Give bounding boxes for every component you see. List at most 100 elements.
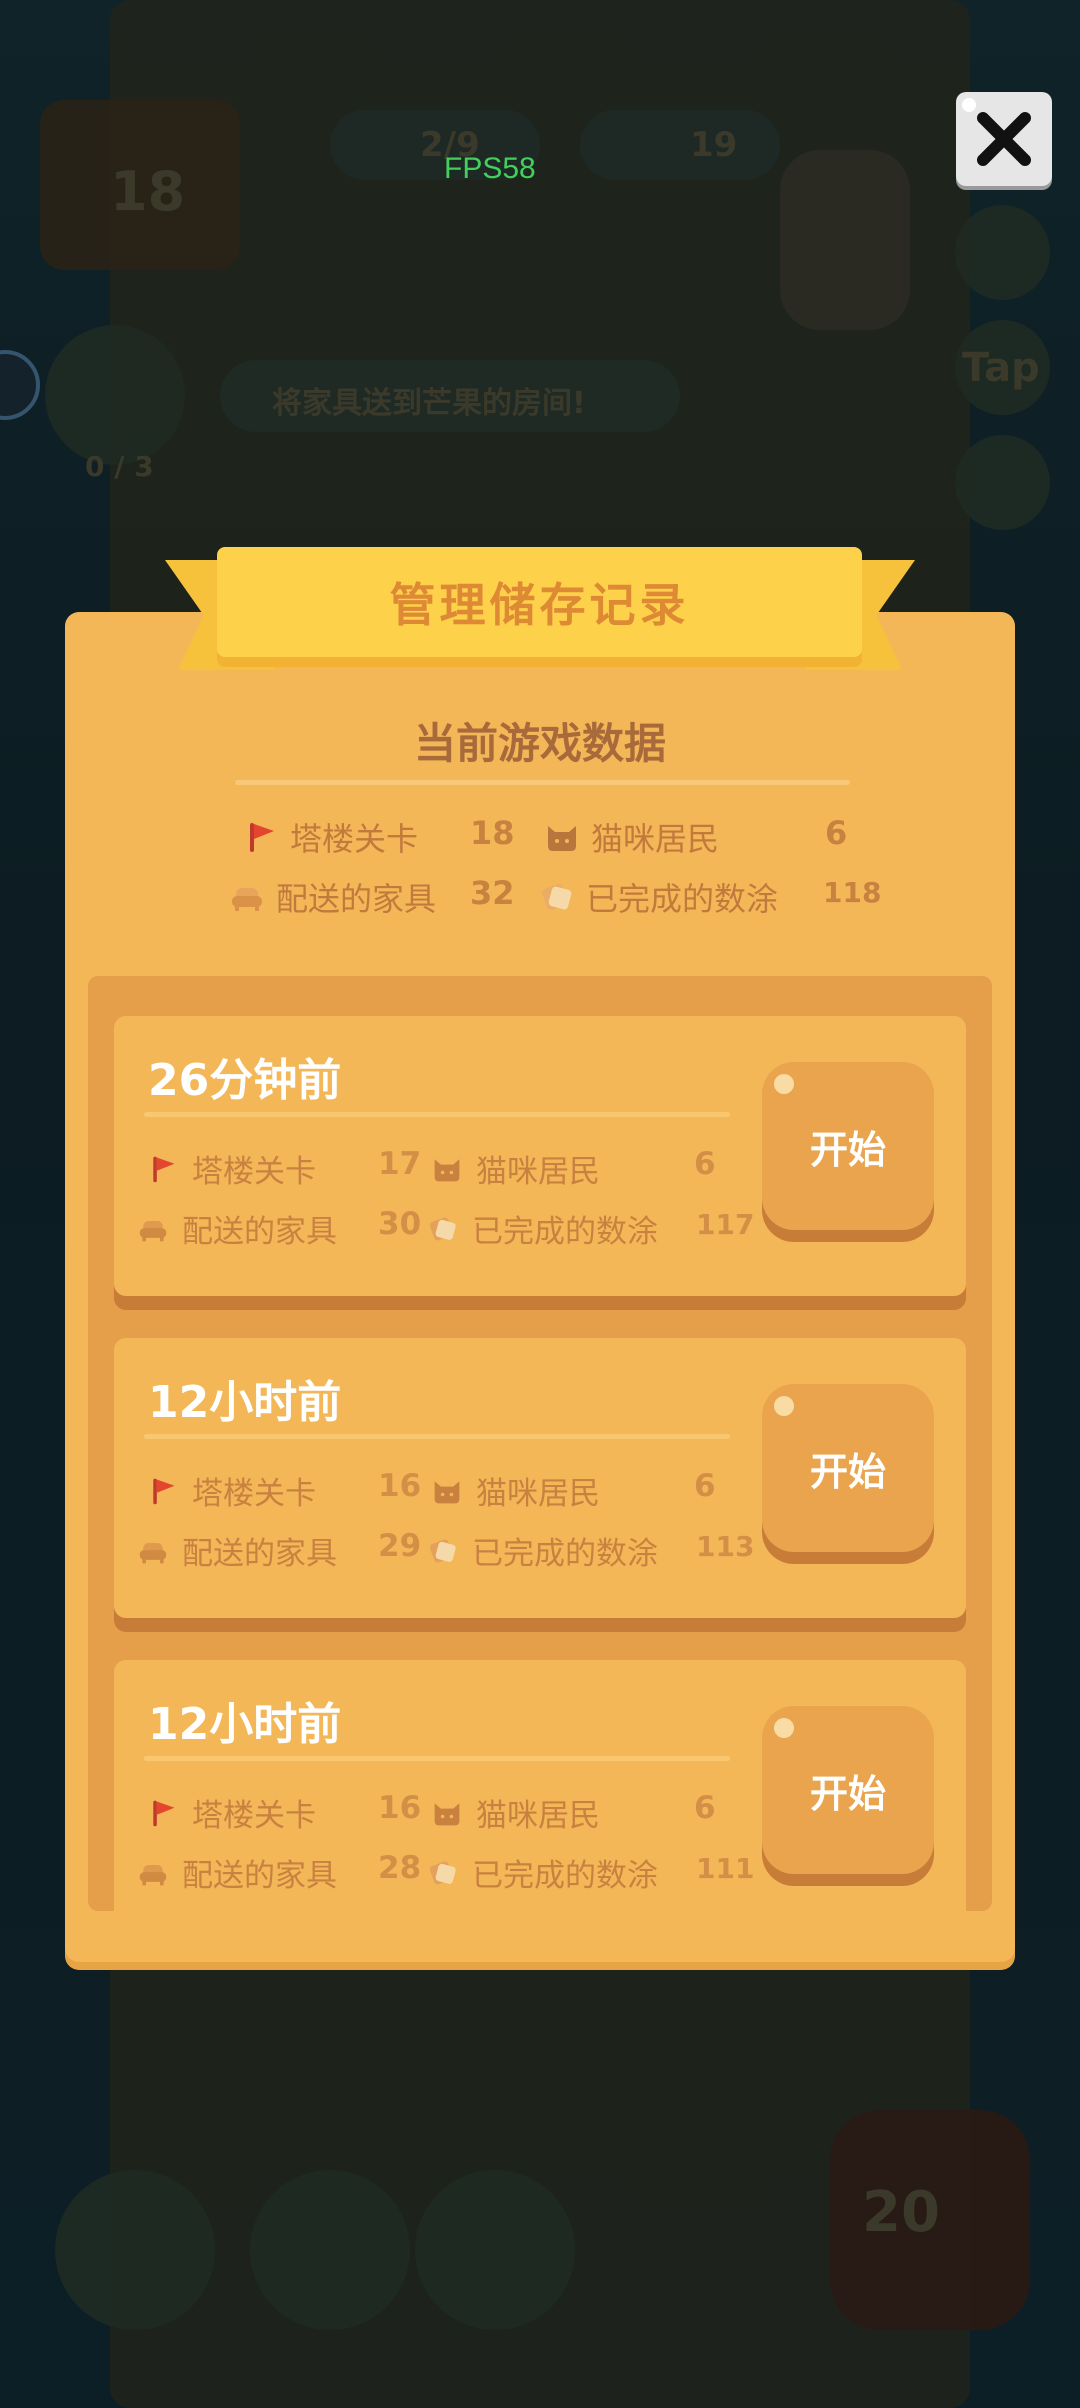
save-cats-value: 6 [694, 1790, 716, 1826]
counter-b: 19 [690, 125, 738, 165]
sofa-icon [139, 1864, 167, 1885]
cat-icon [434, 1802, 460, 1825]
save-divider [144, 1112, 730, 1117]
save-tower-label: 塔楼关卡 [192, 1798, 316, 1834]
fps-counter: FPS58 [444, 152, 536, 185]
save-cats-label: 猫咪居民 [476, 1798, 600, 1834]
save-cats-stat: 猫咪居民 [432, 1468, 600, 1513]
sofa-icon [139, 1542, 167, 1563]
close-button-highlight [962, 98, 976, 112]
side-button-3 [955, 435, 1050, 530]
save-divider [144, 1756, 730, 1761]
current-paint-stat: 已完成的数涂 [540, 874, 778, 920]
dialog-title-banner: 管理储存记录 [217, 547, 862, 657]
save-tower-value: 16 [378, 1468, 422, 1504]
start-button-label: 开始 [809, 1127, 886, 1172]
start-button-highlight [774, 1074, 794, 1094]
save-furniture-stat: 配送的家具 [138, 1206, 337, 1251]
flag-icon [153, 1478, 175, 1504]
sofa-icon [139, 1220, 167, 1241]
save-paint-stat: 已完成的数涂 [428, 1850, 658, 1895]
save-cats-stat: 猫咪居民 [432, 1790, 600, 1835]
save-furniture-value: 30 [378, 1206, 422, 1242]
paint-icon [429, 1217, 456, 1240]
save-paint-label: 已完成的数涂 [472, 1858, 658, 1894]
save-furniture-label: 配送的家具 [182, 1536, 337, 1572]
current-furniture-label: 配送的家具 [276, 880, 437, 918]
current-paint-value: 118 [823, 876, 882, 909]
save-paint-label: 已完成的数涂 [472, 1214, 658, 1250]
start-button-highlight [774, 1718, 794, 1738]
task-progress: 0 / 3 [85, 450, 154, 483]
save-tower-value: 17 [378, 1146, 422, 1182]
save-tower-stat: 塔楼关卡 [148, 1468, 316, 1513]
paint-icon [429, 1539, 456, 1562]
save-card: 12小时前 塔楼关卡 16 猫咪居民 6 配送的家具 28 已完成的数涂 111… [114, 1660, 966, 1911]
flag-icon [250, 823, 274, 852]
close-icon [977, 112, 1031, 166]
save-paint-stat: 已完成的数涂 [428, 1528, 658, 1573]
cat-icon [434, 1158, 460, 1181]
save-tower-value: 16 [378, 1790, 422, 1826]
start-button-highlight [774, 1396, 794, 1416]
current-cats-stat: 猫咪居民 [545, 814, 719, 860]
current-tower-label: 塔楼关卡 [290, 820, 419, 858]
start-button-label: 开始 [809, 1449, 886, 1494]
save-time: 26分钟前 [148, 1055, 342, 1106]
save-paint-value: 111 [696, 1852, 755, 1885]
save-furniture-value: 28 [378, 1850, 422, 1886]
save-paint-value: 117 [696, 1208, 755, 1241]
save-furniture-label: 配送的家具 [182, 1214, 337, 1250]
save-card: 26分钟前 塔楼关卡 17 猫咪居民 6 配送的家具 30 已完成的数涂 117… [114, 1016, 966, 1296]
save-tower-stat: 塔楼关卡 [148, 1146, 316, 1191]
save-time: 12小时前 [148, 1699, 342, 1750]
current-cats-value: 6 [825, 814, 848, 852]
save-cats-value: 6 [694, 1146, 716, 1182]
start-button[interactable]: 开始 [762, 1062, 934, 1230]
current-furniture-stat: 配送的家具 [230, 874, 436, 920]
save-tower-label: 塔楼关卡 [192, 1154, 316, 1190]
sofa-icon [232, 888, 262, 911]
start-button[interactable]: 开始 [762, 1706, 934, 1874]
bottom-level: 20 [862, 2180, 940, 2245]
save-cats-label: 猫咪居民 [476, 1154, 600, 1190]
current-cats-label: 猫咪居民 [591, 820, 720, 858]
save-tower-label: 塔楼关卡 [192, 1476, 316, 1512]
start-button[interactable]: 开始 [762, 1384, 934, 1552]
current-furniture-value: 32 [470, 874, 515, 912]
side-button-1 [955, 205, 1050, 300]
dialog-title: 管理储存记录 [389, 578, 690, 632]
save-list[interactable]: 26分钟前 塔楼关卡 17 猫咪居民 6 配送的家具 30 已完成的数涂 117… [88, 976, 992, 1911]
paint-icon [542, 884, 572, 910]
save-cats-stat: 猫咪居民 [432, 1146, 600, 1191]
tap-label: Tap [962, 345, 1040, 391]
level-circle-icon [0, 350, 40, 420]
start-button-label: 开始 [809, 1771, 886, 1816]
save-furniture-stat: 配送的家具 [138, 1528, 337, 1573]
close-button[interactable] [956, 92, 1052, 186]
current-data-divider [235, 780, 850, 785]
paint-icon [429, 1861, 456, 1884]
cat-character [780, 150, 910, 330]
save-cats-label: 猫咪居民 [476, 1476, 600, 1512]
task-icon [45, 325, 185, 465]
bottom-button-3 [415, 2170, 575, 2330]
counter-b-pill [580, 110, 780, 180]
bottom-button-2 [250, 2170, 410, 2330]
cat-icon [434, 1480, 460, 1503]
save-paint-stat: 已完成的数涂 [428, 1206, 658, 1251]
cat-icon [548, 826, 576, 851]
current-data-title: 当前游戏数据 [413, 719, 666, 768]
save-furniture-label: 配送的家具 [182, 1858, 337, 1894]
save-furniture-value: 29 [378, 1528, 422, 1564]
save-divider [144, 1434, 730, 1439]
level-badge: 18 [110, 160, 186, 223]
hint-text: 将家具送到芒果的房间! [272, 386, 586, 421]
save-furniture-stat: 配送的家具 [138, 1850, 337, 1895]
current-paint-label: 已完成的数涂 [586, 880, 779, 918]
current-tower-stat: 塔楼关卡 [244, 814, 418, 860]
bottom-button-1 [55, 2170, 215, 2330]
save-paint-value: 113 [696, 1530, 755, 1563]
flag-icon [153, 1800, 175, 1826]
flag-icon [153, 1156, 175, 1182]
